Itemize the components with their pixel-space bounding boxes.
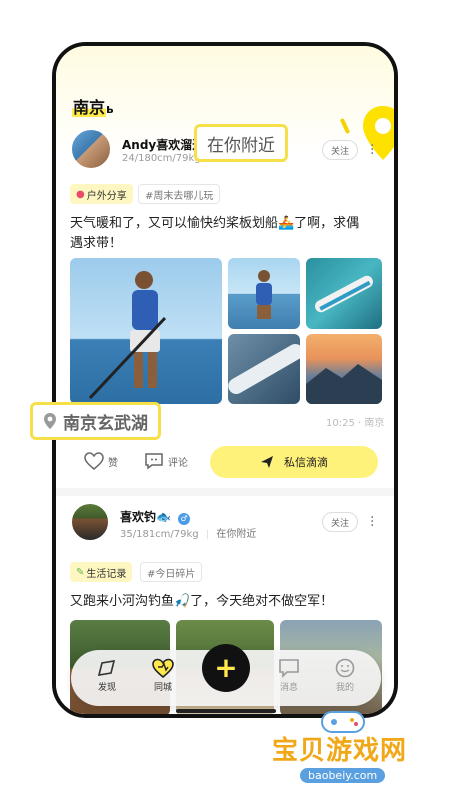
- city-arrow-icon: ь: [106, 102, 114, 116]
- user-meta: 24/180cm/79kg: [122, 153, 201, 164]
- tab-label: 同城: [153, 683, 172, 693]
- location-callout: 南京玄武湖: [30, 402, 161, 440]
- paddler-figure: [88, 271, 167, 400]
- city-selector[interactable]: 南京ь: [72, 94, 114, 118]
- like-button[interactable]: 赞: [84, 452, 118, 470]
- tab-label: 发现: [97, 683, 116, 693]
- smile-icon: [335, 658, 355, 678]
- location-pin-icon: [363, 106, 394, 160]
- tab-messages[interactable]: 消息: [269, 658, 309, 693]
- category-tag[interactable]: ● 户外分享: [70, 184, 133, 204]
- post-photo[interactable]: [306, 334, 382, 404]
- balloon-icon: ●: [76, 188, 85, 200]
- follow-button[interactable]: 关注: [322, 140, 359, 160]
- tab-discover[interactable]: 发现: [87, 658, 127, 693]
- post-text: 天气暖和了，又可以愉快约桨板划船🚣了啊，求偶遇求带！: [70, 216, 360, 251]
- tab-label: 消息: [279, 683, 298, 693]
- distance-label: 在你附近: [216, 529, 257, 540]
- post-photo[interactable]: [70, 258, 222, 404]
- post-photo[interactable]: [228, 258, 300, 329]
- comment-label: 评论: [168, 457, 188, 469]
- message-icon: [279, 659, 299, 678]
- tab-label: 我的: [335, 683, 354, 693]
- comment-icon: [145, 453, 163, 470]
- heart-icon: [84, 452, 104, 470]
- heart-location-icon: [152, 658, 174, 678]
- post-time-location: 10:25 · 南京: [326, 418, 385, 429]
- tab-local[interactable]: 同城: [143, 658, 183, 693]
- watermark-brand: 宝贝游戏网: [272, 736, 408, 766]
- leaf-icon: ✎: [76, 566, 85, 578]
- follow-button[interactable]: 关注: [322, 512, 359, 532]
- screenshot-stage: 南京ь Andy喜欢溜达 24/180cm/79kg 关注 · · · ● 户外分享 …: [0, 0, 450, 800]
- user-name[interactable]: Andy喜欢溜达: [122, 136, 204, 153]
- post-divider: [56, 488, 394, 496]
- private-message-button[interactable]: 私信滴滴: [210, 446, 378, 478]
- city-name: 南京: [72, 98, 107, 117]
- plus-icon: +: [214, 651, 238, 684]
- home-indicator: [176, 709, 276, 713]
- more-icon[interactable]: · · ·: [370, 511, 374, 533]
- tab-profile[interactable]: 我的: [325, 658, 365, 693]
- avatar[interactable]: [70, 502, 110, 542]
- dm-label: 私信滴滴: [284, 456, 328, 469]
- user-name[interactable]: 喜欢钓🐟 ♂: [120, 508, 191, 525]
- user-meta: 35/181cm/79kg | 在你附近: [120, 529, 257, 540]
- like-label: 赞: [108, 457, 118, 469]
- nearby-callout: 在你附近: [194, 124, 288, 162]
- location-pin-icon: [44, 413, 56, 429]
- post-photo[interactable]: [306, 258, 382, 329]
- bottom-tab-bar: 发现 同城 + 消息 我的: [71, 644, 381, 706]
- topic-tag[interactable]: #周末去哪儿玩: [138, 184, 221, 204]
- avatar[interactable]: [70, 128, 112, 170]
- send-icon: [261, 456, 273, 468]
- comment-button[interactable]: 评论: [144, 452, 188, 470]
- post-create-button[interactable]: +: [202, 644, 250, 692]
- more-icon[interactable]: · · ·: [370, 139, 374, 161]
- watermark-url: baobeiy.com: [300, 768, 386, 783]
- post-photo[interactable]: [228, 334, 300, 404]
- discover-icon: [97, 660, 116, 676]
- topic-tag[interactable]: #今日碎片: [140, 562, 203, 582]
- post-text: 又跑来小河沟钓鱼🎣了，今天绝对不做空军！: [70, 594, 334, 609]
- category-tag[interactable]: ✎ 生活记录: [70, 562, 133, 582]
- male-badge-icon: ♂: [178, 513, 191, 525]
